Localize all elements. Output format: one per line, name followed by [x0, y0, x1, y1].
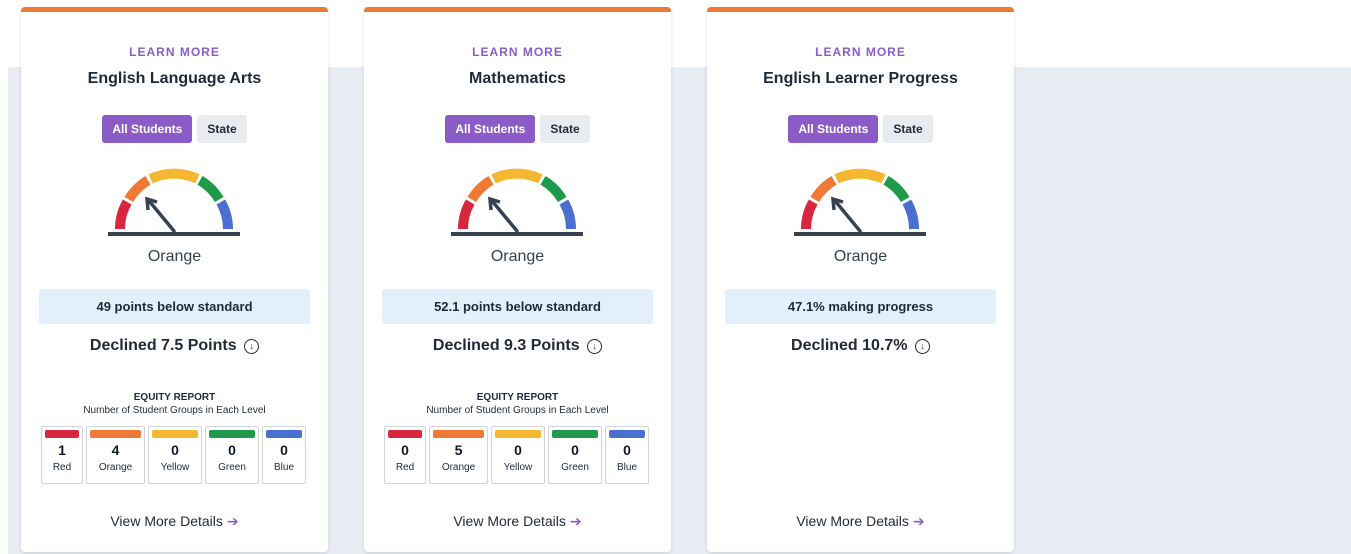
- indicator-card-ela: LEARN MORE English Language Arts All Stu…: [21, 7, 328, 552]
- equity-level-yellow: 0 Yellow: [491, 426, 545, 484]
- level-count: 0: [171, 442, 179, 458]
- card-title: English Learner Progress: [763, 70, 958, 87]
- change-label: Declined 10.7%: [791, 337, 908, 354]
- level-count: 0: [228, 442, 236, 458]
- arrow-down-circle-icon: ↓: [587, 339, 603, 354]
- equity-level-orange: 4 Orange: [86, 426, 145, 484]
- level-label: Yellow: [503, 462, 533, 473]
- level-label: Blue: [273, 462, 294, 473]
- learn-more-link[interactable]: LEARN MORE: [707, 45, 1014, 59]
- arrow-right-icon: ➔: [569, 513, 582, 529]
- equity-level-green: 0 Green: [205, 426, 259, 484]
- equity-report-subtitle: Number of Student Groups in Each Level: [83, 405, 266, 416]
- gauge-level-label: Orange: [490, 248, 545, 265]
- student-group-toggle: All Students State: [364, 115, 671, 143]
- all-students-button[interactable]: All Students: [445, 115, 536, 143]
- equity-level-red: 0 Red: [384, 426, 426, 484]
- level-count: 0: [280, 442, 288, 458]
- level-count: 0: [401, 442, 409, 458]
- view-more-label: View More Details: [110, 513, 223, 529]
- level-count: 4: [111, 442, 120, 458]
- view-more-details-link[interactable]: View More Details ➔: [21, 513, 328, 530]
- equity-report-title: EQUITY REPORT: [133, 392, 216, 403]
- status-text: 49 points below standard: [39, 289, 310, 324]
- level-label: Red: [395, 462, 415, 473]
- level-label: Green: [561, 462, 589, 473]
- performance-gauge-icon: [794, 168, 926, 236]
- card-title: English Language Arts: [87, 70, 262, 87]
- performance-gauge-icon: [451, 168, 583, 236]
- all-students-button[interactable]: All Students: [788, 115, 879, 143]
- equity-levels: 1 Red 4 Orange 0 Yellow 0 Green 0 Blue: [41, 426, 308, 484]
- change-text: Declined 10.7% ↓: [707, 337, 1014, 355]
- indicator-card-el-progress: LEARN MORE English Learner Progress All …: [707, 7, 1014, 552]
- gauge-level-label: Orange: [833, 248, 888, 265]
- equity-level-green: 0 Green: [548, 426, 602, 484]
- view-more-label: View More Details: [453, 513, 566, 529]
- change-label: Declined 9.3 Points: [432, 337, 580, 354]
- performance-gauge-icon: [108, 168, 240, 236]
- state-button[interactable]: State: [540, 115, 590, 143]
- equity-level-orange: 5 Orange: [429, 426, 488, 484]
- all-students-button[interactable]: All Students: [102, 115, 193, 143]
- state-button[interactable]: State: [883, 115, 933, 143]
- level-label: Green: [218, 462, 246, 473]
- level-count: 0: [623, 442, 631, 458]
- level-count: 0: [571, 442, 579, 458]
- card-title: Mathematics: [469, 70, 566, 87]
- view-more-label: View More Details: [796, 513, 909, 529]
- student-group-toggle: All Students State: [21, 115, 328, 143]
- level-count: 0: [514, 442, 522, 458]
- arrow-right-icon: ➔: [912, 513, 925, 529]
- learn-more-link[interactable]: LEARN MORE: [21, 45, 328, 59]
- equity-levels: 0 Red 5 Orange 0 Yellow 0 Green 0 Blue: [384, 426, 651, 484]
- change-text: Declined 9.3 Points ↓: [364, 337, 671, 355]
- arrow-down-circle-icon: ↓: [244, 339, 260, 354]
- status-text: 52.1 points below standard: [382, 289, 653, 324]
- view-more-details-link[interactable]: View More Details ➔: [364, 513, 671, 530]
- learn-more-link[interactable]: LEARN MORE: [364, 45, 671, 59]
- equity-level-blue: 0 Blue: [605, 426, 649, 484]
- equity-level-red: 1 Red: [41, 426, 83, 484]
- view-more-details-link[interactable]: View More Details ➔: [707, 513, 1014, 530]
- change-label: Declined 7.5 Points: [89, 337, 237, 354]
- equity-report-subtitle: Number of Student Groups in Each Level: [426, 405, 609, 416]
- level-count: 5: [454, 442, 463, 458]
- arrow-down-circle-icon: ↓: [914, 339, 930, 354]
- level-label: Red: [52, 462, 72, 473]
- equity-level-yellow: 0 Yellow: [148, 426, 202, 484]
- level-label: Blue: [616, 462, 637, 473]
- level-label: Orange: [98, 462, 133, 473]
- indicator-card-math: LEARN MORE Mathematics All Students Stat…: [364, 7, 671, 552]
- status-text: 47.1% making progress: [725, 289, 996, 324]
- student-group-toggle: All Students State: [707, 115, 1014, 143]
- equity-level-blue: 0 Blue: [262, 426, 306, 484]
- level-count: 1: [58, 442, 66, 458]
- arrow-right-icon: ➔: [226, 513, 239, 529]
- state-button[interactable]: State: [197, 115, 247, 143]
- level-label: Orange: [441, 462, 476, 473]
- level-label: Yellow: [160, 462, 190, 473]
- change-text: Declined 7.5 Points ↓: [21, 337, 328, 355]
- equity-report-title: EQUITY REPORT: [476, 392, 559, 403]
- gauge-level-label: Orange: [147, 248, 202, 265]
